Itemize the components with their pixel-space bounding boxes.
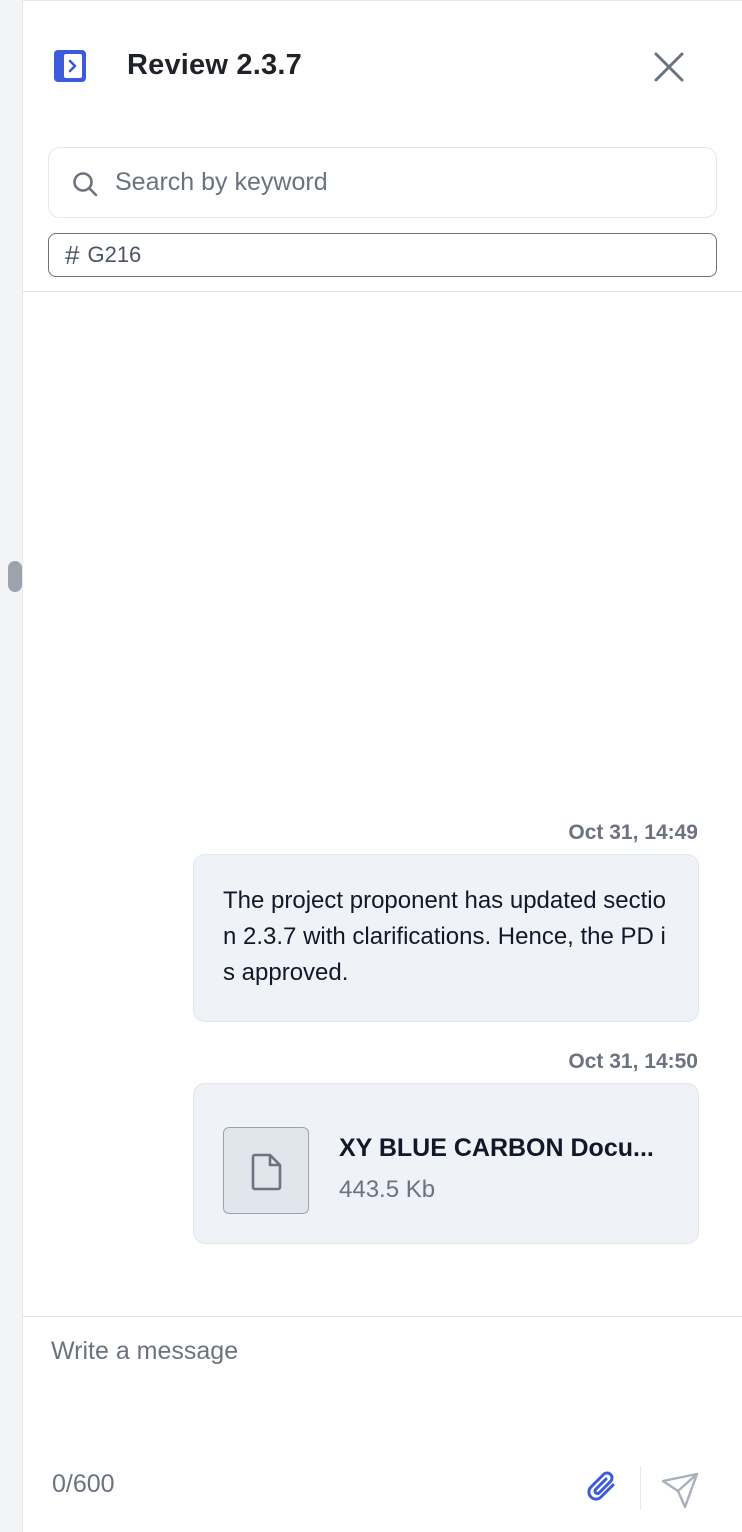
close-icon [654,52,684,82]
action-separator [640,1466,641,1510]
send-icon [661,1472,699,1509]
search-input[interactable] [115,148,695,217]
tag-label: G216 [87,242,142,267]
file-thumbnail [223,1127,309,1214]
search-box [48,147,717,218]
panel-header: Review 2.3.7 [23,1,742,131]
message-timestamp: Oct 31, 14:50 [568,1050,698,1073]
hash-icon: # [65,240,80,270]
divider [23,1316,742,1317]
file-name[interactable]: XY BLUE CARBON Docu... [339,1134,669,1163]
search-icon [73,172,98,197]
close-button[interactable] [651,49,687,85]
sidebar-collapse-icon [54,50,86,82]
file-icon [251,1153,282,1191]
character-counter: 0/600 [52,1470,115,1498]
left-rail [0,0,23,1532]
message-input[interactable] [51,1337,711,1447]
paperclip-icon [587,1471,615,1501]
file-attachment-bubble[interactable]: XY BLUE CARBON Docu... 443.5 Kb [193,1083,699,1244]
review-panel: Review 2.3.7 # G216 Oct 31, 14:49 The pr… [23,0,742,1532]
message-bubble: The project proponent has updated sectio… [193,854,699,1022]
panel-title: Review 2.3.7 [127,49,302,81]
tag-filter-chip[interactable]: # G216 [48,233,717,277]
message-text: The project proponent has updated sectio… [223,887,666,986]
message-timestamp: Oct 31, 14:49 [568,821,698,844]
sidebar-collapse-button[interactable] [51,47,89,85]
file-size: 443.5 Kb [339,1176,436,1203]
attach-button[interactable] [583,1467,623,1507]
send-button[interactable] [659,1469,701,1511]
resize-handle[interactable] [8,561,22,592]
message-list[interactable]: Oct 31, 14:49 The project proponent has … [23,292,742,1316]
